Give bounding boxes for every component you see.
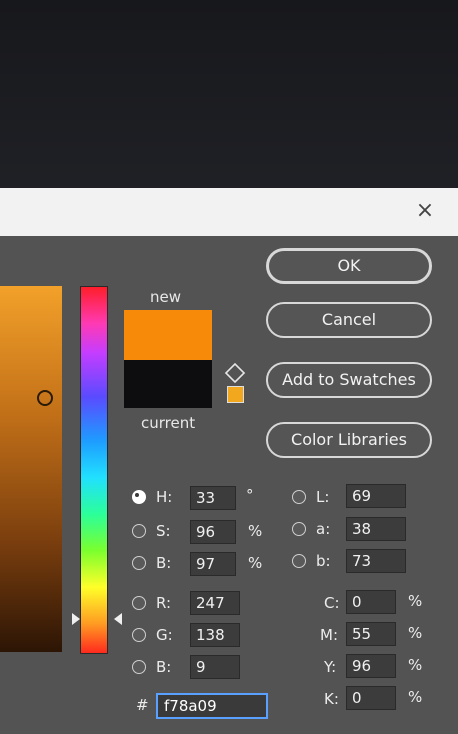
hue-slider-handle-right[interactable]	[114, 613, 122, 625]
green-label: G:	[156, 626, 173, 644]
hue-label: H:	[156, 488, 173, 506]
lightness-radio[interactable]	[292, 490, 306, 504]
color-picker-dialog: × new current OK Cancel Add to Swatches …	[0, 188, 458, 734]
key-unit: %	[408, 688, 423, 706]
brightness-radio[interactable]	[132, 556, 146, 570]
hue-radio[interactable]	[132, 490, 146, 504]
red-label: R:	[156, 594, 172, 612]
hue-unit: °	[246, 486, 254, 504]
a-channel-label: a:	[316, 520, 331, 538]
new-label: new	[150, 288, 182, 306]
color-libraries-button[interactable]: Color Libraries	[266, 422, 432, 458]
blue-label: B:	[156, 658, 172, 676]
hue-input[interactable]: 33	[190, 486, 236, 510]
cyan-unit: %	[408, 592, 423, 610]
red-input[interactable]: 247	[190, 591, 240, 615]
cancel-button[interactable]: Cancel	[266, 302, 432, 338]
saturation-radio[interactable]	[132, 524, 146, 538]
b-channel-input[interactable]: 73	[346, 549, 406, 573]
hue-slider-handle-left[interactable]	[72, 613, 80, 625]
ok-button[interactable]: OK	[266, 248, 432, 284]
yellow-label: Y:	[324, 658, 337, 676]
b-channel-label: b:	[316, 552, 331, 570]
lightness-input[interactable]: 69	[346, 484, 406, 508]
brightness-input[interactable]: 97	[190, 552, 236, 576]
hex-input[interactable]: f78a09	[156, 693, 268, 719]
green-input[interactable]: 138	[190, 623, 240, 647]
saturation-input[interactable]: 96	[190, 520, 236, 544]
saturation-label: S:	[156, 522, 171, 540]
red-radio[interactable]	[132, 596, 146, 610]
magenta-label: M:	[320, 626, 338, 644]
a-channel-radio[interactable]	[292, 522, 306, 536]
brightness-label: B:	[156, 554, 172, 572]
green-radio[interactable]	[132, 628, 146, 642]
monitor-background	[0, 0, 458, 200]
current-label: current	[141, 414, 196, 432]
cyan-label: C:	[324, 594, 340, 612]
add-to-swatches-button[interactable]: Add to Swatches	[266, 362, 432, 398]
saturation-brightness-field[interactable]	[0, 286, 62, 652]
color-picker-marker[interactable]	[37, 390, 53, 406]
blue-radio[interactable]	[132, 660, 146, 674]
a-channel-input[interactable]: 38	[346, 517, 406, 541]
yellow-unit: %	[408, 656, 423, 674]
lightness-label: L:	[316, 488, 330, 506]
magenta-unit: %	[408, 624, 423, 642]
title-bar: ×	[0, 188, 458, 236]
blue-input[interactable]: 9	[190, 655, 240, 679]
key-label: K:	[324, 690, 339, 708]
cube-icon[interactable]	[224, 362, 246, 384]
yellow-input[interactable]: 96	[346, 654, 396, 678]
current-color-swatch[interactable]	[124, 360, 212, 408]
hex-hash-label: #	[136, 696, 149, 714]
hue-slider[interactable]	[80, 286, 108, 654]
brightness-unit: %	[248, 554, 263, 572]
websafe-swatch-icon[interactable]	[227, 386, 244, 403]
saturation-unit: %	[248, 522, 263, 540]
key-input[interactable]: 0	[346, 686, 396, 710]
magenta-input[interactable]: 55	[346, 622, 396, 646]
cyan-input[interactable]: 0	[346, 590, 396, 614]
new-color-swatch	[124, 310, 212, 360]
close-icon[interactable]: ×	[412, 198, 438, 224]
b-channel-radio[interactable]	[292, 554, 306, 568]
